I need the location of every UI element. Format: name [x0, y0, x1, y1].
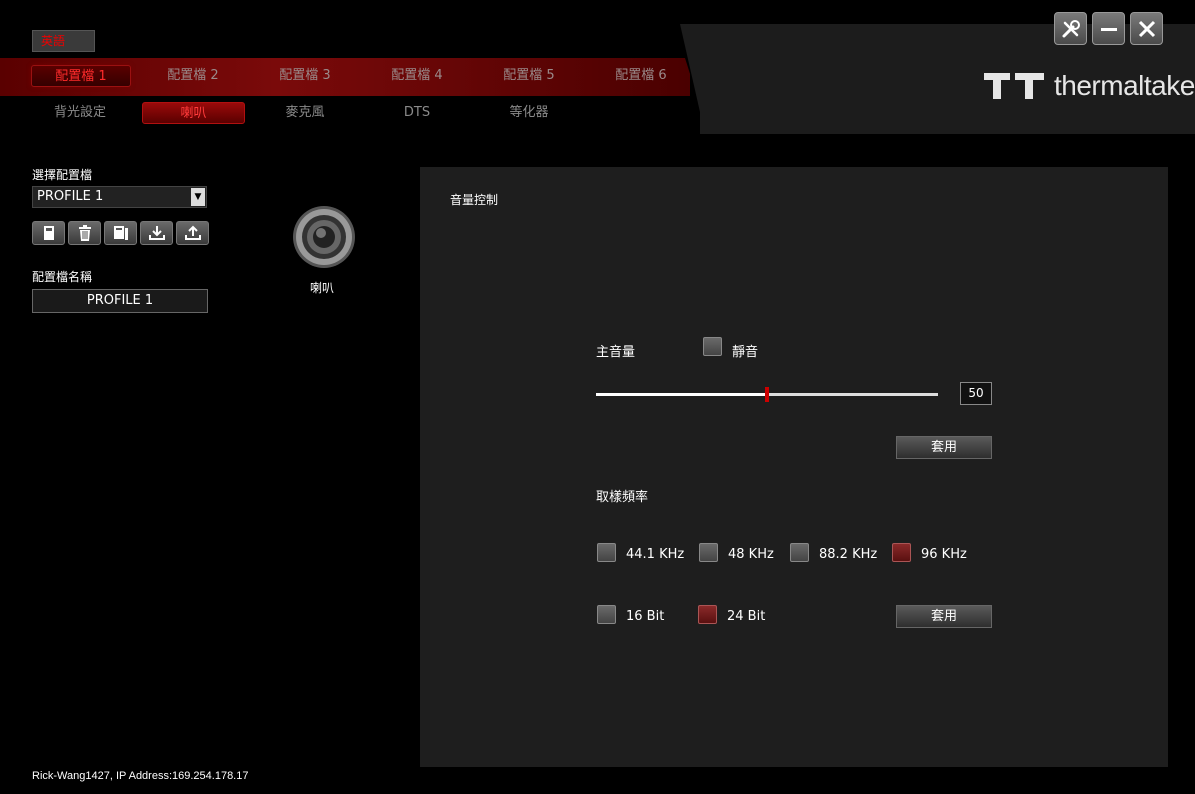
volume-panel: [420, 167, 1168, 767]
language-button[interactable]: 英語: [32, 30, 95, 52]
tab-profile-5[interactable]: 配置檔 5: [479, 65, 579, 87]
tab-profile-1[interactable]: 配置檔 1: [31, 65, 131, 87]
trash-icon: [78, 225, 91, 241]
volume-value-field[interactable]: 50: [960, 382, 992, 405]
tab-profile-3[interactable]: 配置檔 3: [255, 65, 355, 87]
settings-button[interactable]: [1054, 12, 1087, 45]
minimize-icon: [1100, 27, 1117, 31]
copy-profile-button[interactable]: [104, 221, 137, 245]
save-profile-button[interactable]: [32, 221, 65, 245]
mute-checkbox[interactable]: [703, 337, 722, 356]
sampling-apply-button[interactable]: 套用: [896, 605, 992, 628]
volume-slider-fill: [596, 393, 767, 396]
rate-88-2-label: 88.2 KHz: [819, 547, 878, 562]
volume-apply-button[interactable]: 套用: [896, 436, 992, 459]
brand-name: thermaltake: [1054, 70, 1195, 101]
tab-profile-4[interactable]: 配置檔 4: [367, 65, 467, 87]
rate-44-1-checkbox[interactable]: [597, 543, 616, 562]
rate-48-checkbox[interactable]: [699, 543, 718, 562]
mute-label: 靜音: [732, 345, 759, 360]
speaker-icon[interactable]: [291, 204, 357, 270]
close-button[interactable]: [1130, 12, 1163, 45]
export-profile-button[interactable]: [176, 221, 209, 245]
sampling-rate-title: 取樣頻率: [596, 490, 649, 505]
delete-profile-button[interactable]: [68, 221, 101, 245]
tt-logo-icon: [984, 73, 1044, 99]
tab-equalizer[interactable]: 等化器: [479, 102, 579, 124]
rate-88-2-checkbox[interactable]: [790, 543, 809, 562]
copy-icon: [113, 226, 128, 240]
tab-microphone[interactable]: 麥克風: [255, 102, 355, 124]
upload-icon: [184, 225, 201, 240]
thermaltake-logo: thermaltake: [984, 70, 1195, 102]
rate-96-label: 96 KHz: [921, 547, 967, 562]
bit-24-label: 24 Bit: [727, 609, 766, 624]
tools-icon: [1062, 19, 1080, 37]
status-bar: Rick-Wang1427, IP Address:169.254.178.17: [32, 770, 249, 782]
bit-16-checkbox[interactable]: [597, 605, 616, 624]
volume-slider-thumb[interactable]: [765, 387, 769, 402]
rate-96-checkbox[interactable]: [892, 543, 911, 562]
rate-44-1-label: 44.1 KHz: [626, 547, 685, 562]
profile-select-value: PROFILE 1: [37, 189, 104, 204]
download-icon: [148, 226, 165, 240]
volume-slider[interactable]: [596, 387, 938, 402]
profile-name-field[interactable]: PROFILE 1: [32, 289, 208, 313]
tab-lighting[interactable]: 背光設定: [30, 102, 130, 124]
speaker-label: 喇叭: [310, 281, 335, 295]
close-icon: [1138, 20, 1155, 37]
profile-select[interactable]: PROFILE 1 ▼: [32, 186, 207, 208]
select-profile-label: 選擇配置檔: [32, 168, 93, 182]
minimize-button[interactable]: [1092, 12, 1125, 45]
bit-16-label: 16 Bit: [626, 609, 665, 624]
bit-24-checkbox[interactable]: [698, 605, 717, 624]
profile-name-label: 配置檔名稱: [32, 270, 93, 284]
import-profile-button[interactable]: [140, 221, 173, 245]
tab-dts[interactable]: DTS: [367, 102, 467, 124]
tab-profile-2[interactable]: 配置檔 2: [143, 65, 243, 87]
rate-48-label: 48 KHz: [728, 547, 774, 562]
save-icon: [43, 226, 54, 240]
master-volume-label: 主音量: [596, 345, 636, 360]
chevron-down-icon[interactable]: ▼: [191, 188, 205, 206]
tab-speaker[interactable]: 喇叭: [142, 102, 245, 124]
tab-profile-6[interactable]: 配置檔 6: [591, 65, 691, 87]
volume-control-title: 音量控制: [450, 193, 499, 207]
